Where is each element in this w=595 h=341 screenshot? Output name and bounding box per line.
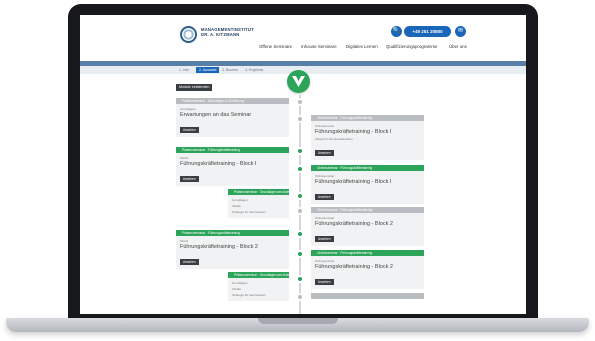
ansehen-button[interactable]: Ansehen <box>180 127 199 133</box>
module-card[interactable]: Onlineseminar · Führungskräftetraining O… <box>311 250 424 289</box>
nav-item-ueber-uns[interactable]: Über uns <box>449 44 467 49</box>
module-card-sub: Ablauf für Seminarteilnahme <box>315 137 353 141</box>
timeline-node <box>296 115 304 123</box>
module-card[interactable]: Onlineseminar · Führungskräftetraining O… <box>311 115 424 160</box>
module-card-title: Führungskräftetraining - Block 2 <box>180 244 258 250</box>
module-card-label: Modul <box>180 156 189 160</box>
module-card[interactable]: Onlineseminar · Führungskräftetraining O… <box>311 165 424 204</box>
nav-item-digitales-lernen[interactable]: Digitales Lernen <box>346 44 378 49</box>
nav-item-offene-seminare[interactable]: Offene Seminare <box>259 44 292 49</box>
logo-icon[interactable] <box>180 26 197 43</box>
timeline-node <box>296 275 304 283</box>
timeline-node <box>296 207 304 215</box>
timeline-node <box>296 147 304 155</box>
nav-item-inhouse-seminare[interactable]: Inhouse Seminare <box>301 44 337 49</box>
laptop-mockup: MANAGEMENTINSTITUT DR. A. KITZMANN 🔍 +49… <box>0 0 595 341</box>
modules-dropdown-button[interactable]: Module einblenden <box>176 84 213 91</box>
module-card-header <box>311 293 424 299</box>
scroll-down-button[interactable] <box>287 70 310 93</box>
ansehen-button[interactable]: Ansehen <box>180 176 199 182</box>
search-icon[interactable]: 🔍 <box>391 26 402 37</box>
module-card-label: Grundlagen <box>232 281 248 285</box>
module-card-title: Führungskräftetraining - Block I <box>180 161 257 167</box>
logo-text[interactable]: MANAGEMENTINSTITUT DR. A. KITZMANN <box>201 27 254 37</box>
module-card-sub: Strategie für das Arbeiten <box>232 210 266 214</box>
step-auswahl[interactable]: 2. Auswahl <box>196 67 220 73</box>
logo-line-2: DR. A. KITZMANN <box>201 32 240 37</box>
module-card-label: Grundlagen <box>180 107 196 111</box>
laptop-screen: MANAGEMENTINSTITUT DR. A. KITZMANN 🔍 +49… <box>80 15 526 314</box>
timeline-node <box>296 293 304 301</box>
module-card-label: Onlineseminar <box>315 174 335 178</box>
module-card-sub: Strategie für das Arbeiten <box>232 293 266 297</box>
ansehen-button[interactable]: Ansehen <box>315 236 334 242</box>
site-header: MANAGEMENTINSTITUT DR. A. KITZMANN 🔍 +49… <box>80 15 526 61</box>
module-card[interactable]: Präsenzseminar · Führungskräftetraining … <box>176 147 289 186</box>
nav-item-qualifizierungsprogramme[interactable]: Qualifizierungsprogramme <box>386 44 438 49</box>
module-card-label: Onlineseminar <box>315 259 335 263</box>
module-card-title: Erwartungen an das Seminar <box>180 112 252 118</box>
module-card-label: Onlineseminar <box>315 124 335 128</box>
ansehen-button[interactable]: Ansehen <box>315 150 334 156</box>
module-card[interactable] <box>311 293 424 299</box>
phone-button[interactable]: +49 251 20800 <box>404 26 451 37</box>
module-card-small[interactable]: Präsenzseminar · Grundlagen am Arbeitspl… <box>228 272 289 301</box>
mail-icon[interactable]: ✉ <box>455 26 466 37</box>
timeline-node <box>296 192 304 200</box>
module-card[interactable]: Präsenzseminar · Grundlagen & Einführung… <box>176 98 289 137</box>
module-card-title: Führungskräftetraining - Block I <box>315 179 392 185</box>
module-card-header: Präsenzseminar · Grundlagen am Arbeitspl… <box>228 272 289 278</box>
chevron-down-icon <box>292 76 305 87</box>
module-card-label: Onlineseminar <box>315 216 335 220</box>
timeline-node <box>296 98 304 106</box>
ansehen-button[interactable]: Ansehen <box>315 194 334 200</box>
ansehen-button[interactable]: Ansehen <box>180 259 199 265</box>
step-info[interactable]: 1. Info <box>176 67 192 73</box>
step-ergebnis[interactable]: 4. Ergebnis <box>242 67 266 73</box>
module-card-label: Modul <box>180 239 189 243</box>
ansehen-button[interactable]: Ansehen <box>315 279 334 285</box>
module-card-title: Führungskräftetraining - Block 2 <box>315 221 393 227</box>
module-card-label: Grundlagen <box>232 198 248 202</box>
timeline-node <box>296 230 304 238</box>
module-card-title: Führungskräftetraining - Block 2 <box>315 264 393 270</box>
laptop-notch <box>258 318 338 324</box>
timeline-node <box>296 165 304 173</box>
module-card-small[interactable]: Präsenzseminar · Grundlagen am Arbeitspl… <box>228 189 289 218</box>
module-card[interactable]: Präsenzseminar · Führungskräftetraining … <box>176 230 289 269</box>
module-card-header: Präsenzseminar · Grundlagen am Arbeitspl… <box>228 189 289 195</box>
module-card-title: Führungskräftetraining - Block I <box>315 129 392 135</box>
module-card[interactable]: Onlineseminar · Führungskräftetraining O… <box>311 207 424 246</box>
step-buchen[interactable]: 3. Buchen <box>219 67 241 73</box>
timeline-node <box>296 250 304 258</box>
